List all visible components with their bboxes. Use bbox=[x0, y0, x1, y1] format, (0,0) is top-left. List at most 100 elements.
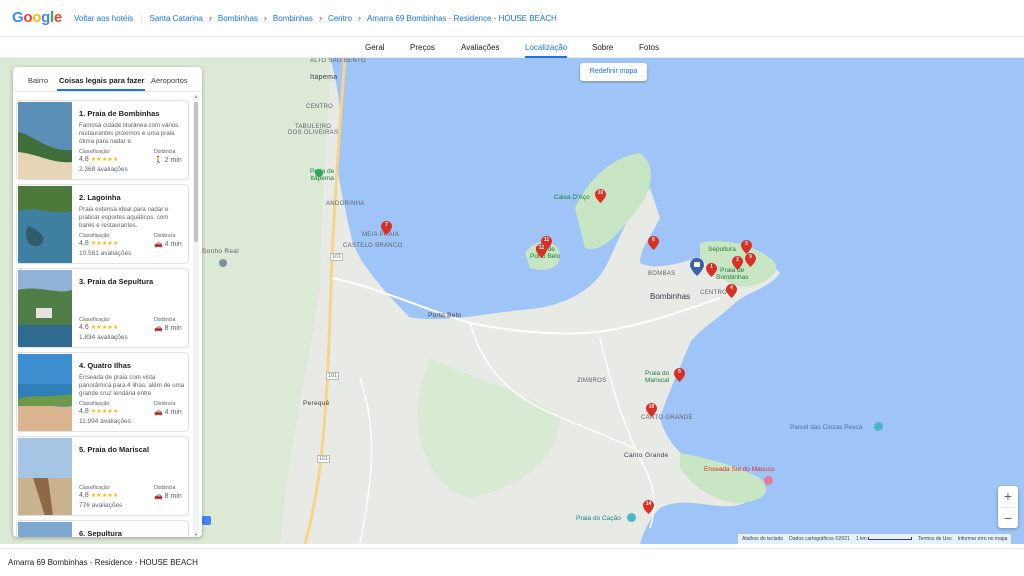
hotel-location-pin[interactable] bbox=[690, 258, 704, 276]
review-count: 2.368 avaliações bbox=[79, 166, 128, 173]
chevron-right-icon: › bbox=[357, 13, 361, 23]
scrollbar-thumb[interactable] bbox=[194, 102, 198, 242]
road-shield-101: 101 bbox=[317, 455, 331, 463]
map-pin-7[interactable]: 6 bbox=[648, 236, 659, 250]
map-label-sepultura: Sepultura bbox=[708, 246, 736, 253]
park-poi-icon[interactable] bbox=[315, 169, 323, 177]
hotel-tabs: Geral Preços Avaliações Localização Sobr… bbox=[0, 36, 1024, 58]
distance-label: Distância bbox=[154, 401, 176, 407]
place-photo bbox=[18, 186, 72, 263]
map-label-alto-sao-bento: ALTO SÃO BENTO bbox=[310, 58, 366, 64]
map-pin-9[interactable]: 9 bbox=[745, 253, 756, 267]
list-item[interactable]: 3. Praia da Sepultura Classificação Dist… bbox=[16, 268, 189, 348]
map-label-zimbros: ZIMBROS bbox=[577, 378, 607, 384]
star-rating-icon: ★★★★★ bbox=[90, 241, 119, 247]
places-list[interactable]: 1. Praia de Bombinhas Famosa cidade lito… bbox=[13, 94, 202, 537]
logo-letter: e bbox=[53, 9, 62, 26]
reset-map-button[interactable]: Redefinir mapa bbox=[580, 63, 647, 81]
map-label-bombas: BOMBAS bbox=[648, 271, 676, 277]
tab-geral[interactable]: Geral bbox=[365, 43, 385, 52]
back-to-hotels-link[interactable]: Voltar aos hotéis bbox=[74, 14, 133, 23]
distance-label: Distância bbox=[154, 149, 176, 155]
tab-sobre[interactable]: Sobre bbox=[592, 43, 613, 52]
tab-avaliacoes[interactable]: Avaliações bbox=[461, 43, 500, 52]
place-title: 2. Lagoinha bbox=[79, 193, 121, 202]
list-scrollbar[interactable]: ▲ ▼ bbox=[193, 94, 199, 537]
breadcrumb-item-city[interactable]: Bombinhas bbox=[218, 14, 258, 23]
place-description: Enseada de praia com vista panorâmica pa… bbox=[79, 374, 185, 397]
footer-hotel-name: Amarra 69 Bombinhas - Residence - HOUSE … bbox=[8, 558, 198, 567]
place-photo bbox=[18, 102, 72, 179]
breadcrumb-item-neighborhood[interactable]: Centro bbox=[328, 14, 352, 23]
top-bar: Google Voltar aos hotéis | Santa Catarin… bbox=[0, 0, 1024, 36]
review-count: 10.581 avaliações bbox=[79, 250, 132, 257]
star-rating-icon: ★★★★★ bbox=[90, 157, 119, 163]
list-item[interactable]: 6. Sepultura bbox=[16, 520, 189, 537]
place-photo bbox=[18, 270, 72, 347]
place-distance: 🚗 8 min bbox=[154, 492, 182, 500]
logo-letter: G bbox=[12, 9, 24, 26]
map-label-castelo-branco: CASTELO BRANCO bbox=[343, 243, 403, 249]
breadcrumb-item-district[interactable]: Bombinhas bbox=[273, 14, 313, 23]
map-pin-10[interactable]: 10 bbox=[646, 403, 657, 417]
distance-value: 4 min bbox=[164, 241, 182, 248]
keyboard-shortcuts-link[interactable]: Atalhos do teclado bbox=[742, 536, 783, 542]
map-pin-2[interactable]: 2 bbox=[732, 256, 743, 270]
tab-localizacao[interactable]: Localização bbox=[525, 43, 567, 52]
map-data-credit: Dados cartográficos ©2021 bbox=[789, 536, 850, 542]
rating-label: Classificação bbox=[79, 401, 110, 407]
map-pin-4[interactable]: 4 bbox=[726, 284, 737, 298]
list-item[interactable]: 1. Praia de Bombinhas Famosa cidade lito… bbox=[16, 100, 189, 180]
place-title: 4. Quatro Ilhas bbox=[79, 361, 132, 370]
map-pin-11[interactable]: 10 bbox=[595, 189, 606, 203]
map-pin-8[interactable]: 7 bbox=[381, 221, 392, 235]
zoom-in-button[interactable]: + bbox=[998, 486, 1018, 507]
list-item[interactable]: 5. Praia do Mariscal Classificação Distâ… bbox=[16, 436, 189, 516]
list-item[interactable]: 4. Quatro Ilhas Enseada de praia com vis… bbox=[16, 352, 189, 432]
map-pin-5[interactable]: 5 bbox=[674, 368, 685, 382]
star-rating-icon: ★★★★★ bbox=[90, 409, 119, 415]
rating-value: 4,8 bbox=[79, 156, 89, 163]
map-scale[interactable]: 1 km bbox=[856, 536, 913, 542]
tab-things-to-do[interactable]: Coisas legais para fazer bbox=[59, 76, 144, 85]
map-pin-14[interactable]: 14 bbox=[643, 500, 654, 514]
list-item[interactable]: 2. Lagoinha Praia extensa ideal para nad… bbox=[16, 184, 189, 264]
place-title: 6. Sepultura bbox=[79, 529, 122, 537]
tab-bairro[interactable]: Bairro bbox=[28, 76, 48, 85]
beach-poi-icon[interactable] bbox=[627, 513, 636, 522]
car-icon: 🚗 bbox=[154, 241, 163, 248]
google-logo[interactable]: Google bbox=[12, 9, 62, 26]
distance-label: Distância bbox=[154, 317, 176, 323]
scroll-up-icon[interactable]: ▲ bbox=[193, 94, 199, 99]
scroll-down-icon[interactable]: ▼ bbox=[193, 532, 199, 537]
map-pin-13[interactable]: 12 bbox=[536, 244, 547, 258]
bus-stop-icon[interactable] bbox=[202, 516, 211, 525]
place-rating: 4,8 ★★★★★ bbox=[79, 408, 119, 415]
review-count: 11.994 avaliações bbox=[79, 418, 131, 425]
hotel-pin-icon bbox=[690, 258, 704, 276]
place-description: Praia extensa ideal para nadar e pratica… bbox=[79, 206, 169, 229]
chevron-right-icon: › bbox=[208, 13, 212, 23]
logo-letter: o bbox=[23, 9, 33, 26]
dive-poi-icon[interactable] bbox=[874, 422, 883, 431]
map-label-sonho-real: Sonho Real bbox=[202, 248, 239, 255]
report-error-link[interactable]: Informar erro no mapa bbox=[958, 536, 1008, 542]
tab-aeroportos[interactable]: Aeroportos bbox=[151, 76, 188, 85]
distance-label: Distância bbox=[154, 485, 176, 491]
map-pin-1[interactable]: 1 bbox=[706, 263, 717, 277]
place-rating: 4,8 ★★★★★ bbox=[79, 492, 119, 499]
rating-value: 4,6 bbox=[79, 324, 89, 331]
tab-fotos[interactable]: Fotos bbox=[639, 43, 659, 52]
place-description: Famosa cidade litorânea com vários resta… bbox=[79, 122, 179, 145]
review-count: 1.834 avaliações bbox=[79, 334, 128, 341]
map-pin-6[interactable]: 5 bbox=[741, 240, 752, 254]
terms-link[interactable]: Termos de Uso bbox=[918, 536, 952, 542]
star-rating-icon: ★★★★★ bbox=[90, 325, 119, 331]
tab-precos[interactable]: Preços bbox=[410, 43, 435, 52]
location-poi-icon[interactable] bbox=[219, 259, 227, 267]
beach-poi-icon[interactable] bbox=[764, 476, 773, 485]
breadcrumb-item-hotel[interactable]: Amarra 69 Bombinhas - Residence - HOUSE … bbox=[367, 14, 557, 23]
zoom-out-button[interactable]: − bbox=[998, 508, 1018, 529]
breadcrumb-item-state[interactable]: Santa Catarina bbox=[150, 14, 203, 23]
map-label-tabuleiro: TABULEIRO DOS OLIVEIRAS bbox=[288, 124, 339, 136]
